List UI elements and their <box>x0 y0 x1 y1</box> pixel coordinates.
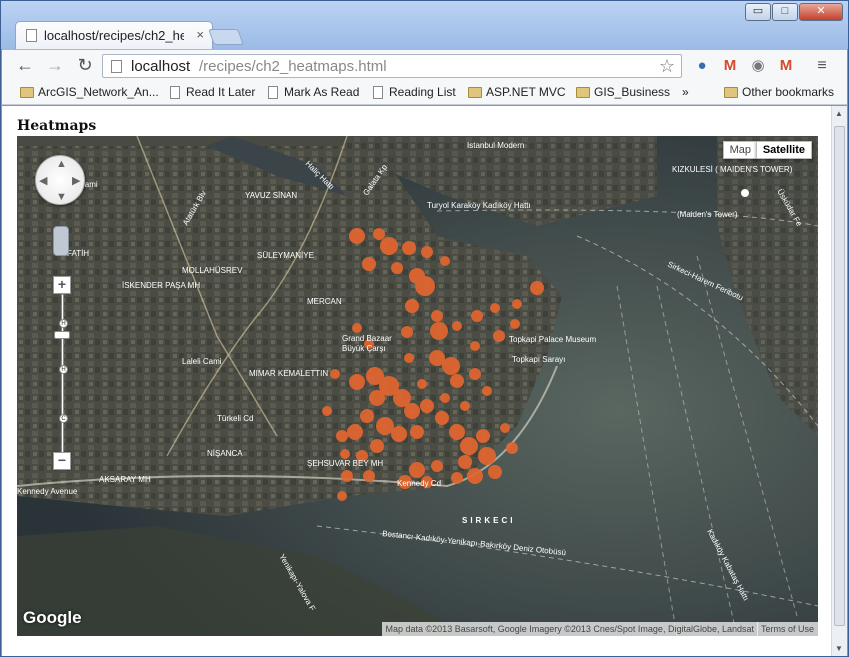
folder-icon <box>576 87 590 98</box>
label-yavuz-sinan: YAVUZ SİNAN <box>245 191 297 200</box>
minimize-button[interactable]: ▭ <box>745 3 771 21</box>
label-laleli: Laleli Cami <box>182 357 222 366</box>
pan-control[interactable]: ▲ ▼ ◀ ▶ <box>35 155 85 205</box>
folder-icon <box>724 87 738 98</box>
label-iskender-pasa: İSKENDER PAŞA MH <box>122 281 200 290</box>
label-kizkulesi: KIZKULESİ ( MAIDEN'S TOWER) <box>672 165 793 174</box>
label-topkapi: Topkapi Palace Museum <box>509 335 596 344</box>
new-tab-button[interactable] <box>208 29 244 45</box>
label-aksaray: AKSARAY MH <box>99 475 151 484</box>
pan-left-icon[interactable]: ◀ <box>39 174 47 187</box>
menu-icon[interactable]: ≡ <box>812 56 832 76</box>
maiden-tower-marker <box>741 189 749 197</box>
terms-of-use-link[interactable]: Terms of Use <box>756 622 818 636</box>
page-icon <box>170 86 180 99</box>
zoom-slider-handle[interactable] <box>54 331 70 339</box>
bookmark-gis-business[interactable]: GIS_Business <box>576 85 670 103</box>
map-type-map-button[interactable]: Map <box>722 141 758 159</box>
map-type-satellite-button[interactable]: Satellite <box>755 141 812 159</box>
bookmarks-bar: ArcGIS_Network_An... Read It Later Mark … <box>2 82 847 105</box>
zoom-marker-icon: C <box>59 414 68 423</box>
zoom-out-button[interactable]: − <box>53 452 71 470</box>
bookmarks-overflow-button[interactable]: » <box>682 85 689 103</box>
browser-window: localhost/recipes/ch2_hea × ▭ □ ✕ ← → ↻ … <box>0 0 849 657</box>
reload-icon[interactable]: ↻ <box>74 54 96 76</box>
scrollbar-thumb[interactable] <box>834 126 845 626</box>
mail-checker-icon[interactable]: M <box>776 56 796 76</box>
label-mercan: MERCAN <box>307 297 342 306</box>
pan-up-icon[interactable]: ▲ <box>56 158 67 170</box>
pan-down-icon[interactable]: ▼ <box>56 191 67 203</box>
globe-extension-icon[interactable]: ● <box>692 56 712 76</box>
back-arrow-icon[interactable]: ← <box>14 54 36 76</box>
label-sehsuvar: ŞEHSUVAR BEY MH <box>307 459 383 468</box>
scroll-down-icon[interactable]: ▼ <box>835 644 843 653</box>
scroll-up-icon[interactable]: ▲ <box>835 109 843 118</box>
label-turkeli: Türkeli Cd <box>217 414 253 423</box>
page-favicon-icon <box>26 29 37 42</box>
street-view-pegman-icon[interactable] <box>53 226 69 256</box>
label-kennedy-avenue: Kennedy Avenue <box>17 487 78 496</box>
tab-close-icon[interactable]: × <box>196 27 204 42</box>
zoom-marker-icon: H <box>59 319 68 328</box>
tab-active[interactable]: localhost/recipes/ch2_hea × <box>15 21 213 49</box>
bookmark-reading-list[interactable]: Reading List <box>371 85 456 103</box>
page-title: Heatmaps <box>17 118 97 134</box>
bookmark-read-it-later[interactable]: Read It Later <box>168 85 255 103</box>
page-icon <box>268 86 278 99</box>
label-kennedy: Kennedy Cd <box>397 479 441 488</box>
label-grand-bazaar-sub: Büyük Çarşı <box>342 344 386 353</box>
label-nisanca: NİŞANCA <box>207 449 243 458</box>
maximize-button[interactable]: □ <box>772 3 798 21</box>
label-sirkeci: SIRKECI <box>462 516 515 525</box>
label-fatih: FATİH <box>67 249 89 258</box>
label-suleymaniye: SÜLEYMANİYE <box>257 251 314 260</box>
pan-right-icon[interactable]: ▶ <box>72 174 80 187</box>
gmail-extension-icon[interactable]: M <box>720 56 740 76</box>
page-content: Heatmaps Cami FATİH Laleli Cami Grand Ba… <box>2 106 847 656</box>
url-path: /recipes/ch2_heatmaps.html <box>199 58 387 75</box>
page-scrollbar[interactable]: ▲ ▼ <box>831 106 847 656</box>
label-grand-bazaar: Grand Bazaar <box>342 334 392 343</box>
tab-title: localhost/recipes/ch2_hea <box>44 28 184 43</box>
satellite-imagery: Fatih Cami FATİH Laleli Cami Grand Bazaa… <box>17 136 818 636</box>
folder-icon <box>20 87 34 98</box>
label-topkapi-sub: Topkapı Sarayı <box>512 355 565 364</box>
map-canvas[interactable]: Fatih Cami FATİH Laleli Cami Grand Bazaa… <box>17 136 818 636</box>
folder-icon <box>468 87 482 98</box>
bookmark-aspnet-mvc[interactable]: ASP.NET MVC <box>468 85 566 103</box>
close-window-button[interactable]: ✕ <box>799 3 843 21</box>
label-kizkulesi-sub: (Maiden's Tower) <box>677 210 738 219</box>
address-bar[interactable]: localhost /recipes/ch2_heatmaps.html ☆ <box>102 54 682 78</box>
title-bar: localhost/recipes/ch2_hea × ▭ □ ✕ <box>1 1 848 49</box>
bookmark-mark-as-read[interactable]: Mark As Read <box>266 85 359 103</box>
forward-arrow-icon[interactable]: → <box>44 54 66 76</box>
url-host: localhost <box>131 58 191 75</box>
bookmark-star-icon[interactable]: ☆ <box>659 56 675 77</box>
browser-toolbar: ← → ↻ localhost /recipes/ch2_heatmaps.ht… <box>2 49 847 82</box>
google-logo[interactable]: Google <box>23 608 82 628</box>
label-mollahusrev: MOLLAHÜSREV <box>182 266 243 275</box>
page-icon <box>373 86 383 99</box>
map-attribution: Map data ©2013 Basarsoft, Google Imagery… <box>381 622 758 636</box>
bookmark-arcgis[interactable]: ArcGIS_Network_An... <box>20 85 159 103</box>
bookmark-other[interactable]: Other bookmarks <box>724 85 834 103</box>
zoom-marker-icon: H <box>59 365 68 374</box>
zoom-in-button[interactable]: + <box>53 276 71 294</box>
ghost-extension-icon[interactable]: ◉ <box>748 56 768 76</box>
page-icon <box>111 60 122 73</box>
label-istanbul-modern: Istanbul Modern <box>467 141 524 150</box>
label-karakoy-line: Turyol Karaköy Kadıköy Hattı <box>427 201 531 210</box>
label-mimar-kemalettin: MIMAR KEMALETTIN <box>249 369 328 378</box>
